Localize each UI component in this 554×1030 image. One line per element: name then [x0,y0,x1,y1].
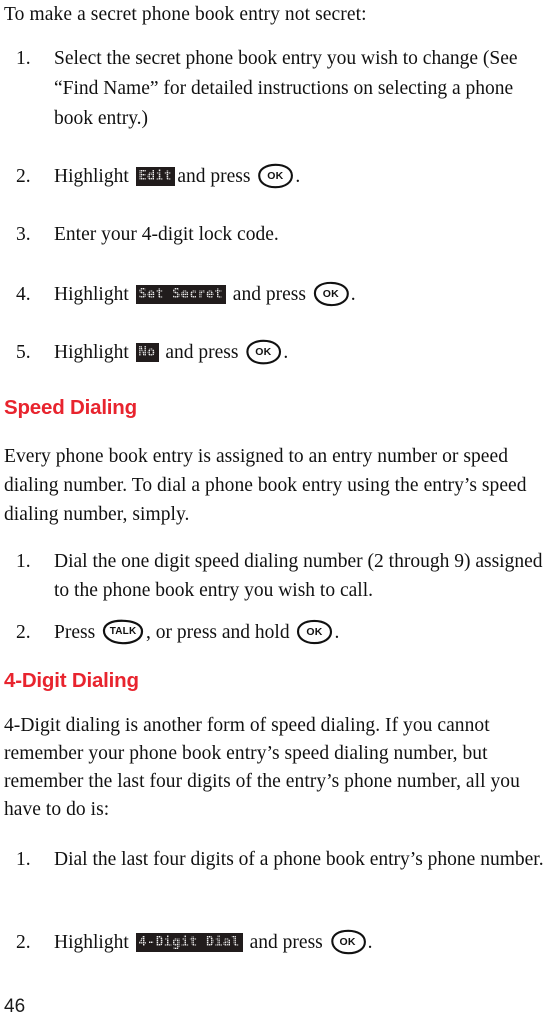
step-middle-text: and press [165,342,239,363]
ok-key-label: OK [255,346,272,358]
ok-key-icon[interactable]: OK [244,339,282,365]
list-item-text: Dial the last four digits of a phone boo… [54,849,544,870]
step-suffix-text: . [295,166,301,187]
step-suffix-text: . [367,932,373,953]
list-item-number: 3. [16,224,31,245]
step-prefix-text: Press [54,622,96,643]
ok-key-icon[interactable]: OK [312,281,350,307]
list-item-number: 2. [16,622,31,643]
list-item-number: 5. [16,342,31,363]
list-item: 1. Dial the last four digits of a phone … [4,845,552,875]
list-item-number: 2. [16,932,31,953]
step-suffix-text: . [283,342,289,363]
step-middle-text: and press [249,932,323,953]
lcd-menu-chip-set-secret: Set Secret [135,285,226,304]
section-heading-speed-dialing: Speed Dialing [4,396,137,419]
step-middle-text: and press [232,284,306,305]
lcd-menu-chip-no: No [135,343,159,362]
list-item: 2. Highlight Edit and press OK . [4,162,552,192]
section-paragraph-speed-dialing: Every phone book entry is assigned to an… [4,446,527,525]
step-suffix-text: . [334,622,340,643]
list-item-text: Highlight 4-Digit Dial and press OK . [54,928,552,958]
talk-key-icon[interactable]: TALK [101,619,145,645]
step-middle-text: and press [177,166,251,187]
step-middle-text: , or press and hold [146,622,290,643]
talk-key-label: TALK [109,626,137,637]
section-heading-four-digit-dialing: 4-Digit Dialing [4,669,139,692]
section-paragraph-four-digit-dialing: 4-Digit dialing is another form of speed… [4,715,520,820]
list-item-number: 1. [16,551,31,572]
lcd-menu-chip-four-digit-dial: 4-Digit Dial [135,933,243,952]
manual-page: To make a secret phone book entry not se… [0,0,554,1030]
list-item: 1. Select the secret phone book entry yo… [4,44,552,134]
list-item-number: 2. [16,166,31,187]
lcd-menu-chip-edit: Edit [135,167,176,186]
list-item-text: Dial the one digit speed dialing number … [54,551,543,601]
list-item-text: Highlight No and press OK . [54,338,552,368]
list-item-text: Enter your 4-digit lock code. [54,224,279,245]
ok-key-icon[interactable]: OK [256,163,294,189]
list-item: 1. Dial the one digit speed dialing numb… [4,547,552,605]
ok-key-label: OK [267,170,284,182]
list-item: 3. Enter your 4-digit lock code. [4,220,552,250]
list-item-number: 4. [16,284,31,305]
list-item-text: Highlight Set Secret and press OK . [54,280,552,310]
step-prefix-text: Highlight [54,932,129,953]
step-prefix-text: Highlight [54,284,129,305]
list-item-number: 1. [16,849,31,870]
ok-key-label: OK [322,288,339,300]
intro-paragraph: To make a secret phone book entry not se… [4,4,367,25]
list-item-text: Press TALK , or press and hold OK . [54,618,552,648]
page-number: 46 [4,996,26,1017]
list-item: 5. Highlight No and press OK . [4,338,552,368]
step-prefix-text: Highlight [54,166,129,187]
ok-key-label: OK [306,626,323,638]
list-item-text: Highlight Edit and press OK . [54,162,552,192]
list-item: 4. Highlight Set Secret and press OK . [4,280,552,310]
ok-key-label: OK [339,936,356,948]
list-item-text: Select the secret phone book entry you w… [54,48,518,129]
ok-key-icon[interactable]: OK [295,619,333,645]
list-item: 2. Highlight 4-Digit Dial and press OK . [4,928,552,958]
list-item-number: 1. [16,48,31,69]
ok-key-icon[interactable]: OK [329,929,367,955]
step-prefix-text: Highlight [54,342,129,363]
list-item: 2. Press TALK , or press and hold OK . [4,618,552,648]
step-suffix-text: . [350,284,356,305]
